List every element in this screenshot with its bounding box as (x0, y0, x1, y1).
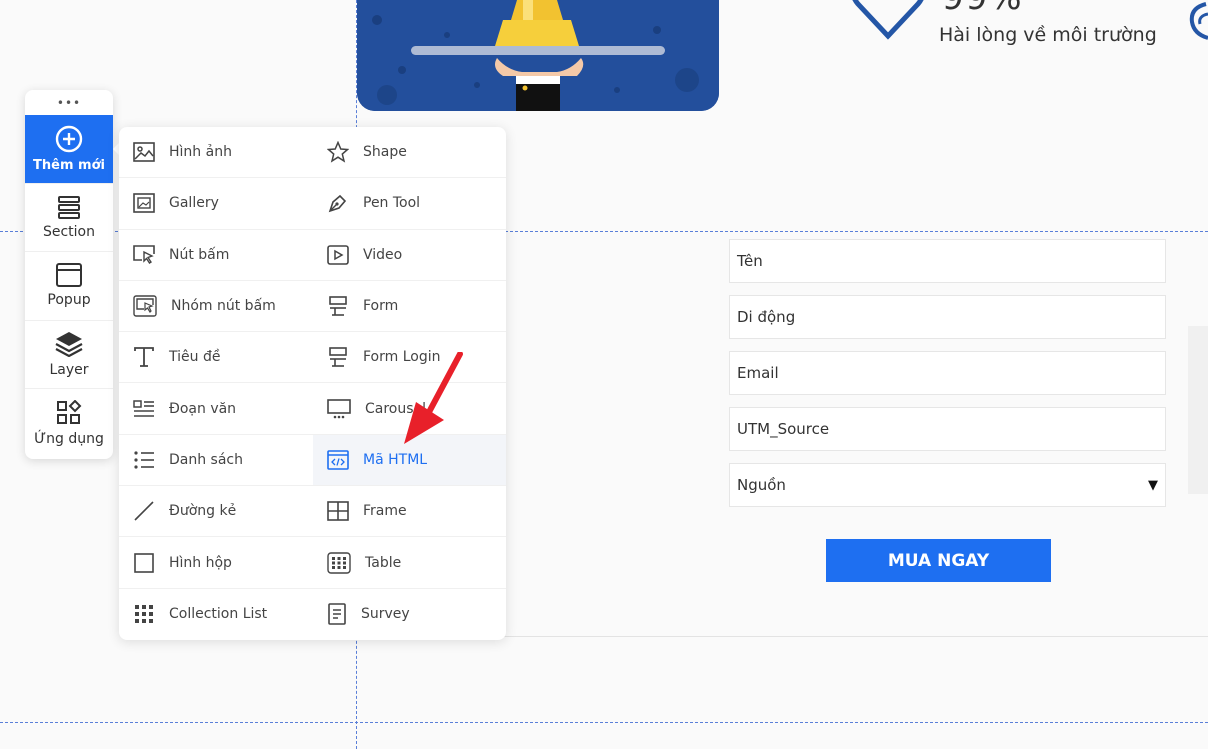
phone-field[interactable]: Di động (729, 295, 1166, 339)
menu-item-button[interactable]: Nút bấm (119, 230, 313, 281)
menu-item-table[interactable]: Table (313, 537, 506, 589)
window-icon (56, 263, 82, 288)
source-select[interactable]: Nguồn ▼ (729, 463, 1166, 507)
survey-icon (328, 603, 346, 626)
side-panel-edge (1188, 326, 1208, 494)
menu-item-pen-tool[interactable]: Pen Tool (313, 178, 506, 230)
buy-now-button[interactable]: MUA NGAY (826, 539, 1051, 582)
paragraph-icon (133, 399, 154, 417)
toolbar-add-new[interactable]: Thêm mới (25, 115, 113, 184)
stat-value: 99% (942, 0, 1024, 18)
toolbar-apps[interactable]: Ứng dụng (25, 389, 113, 458)
menu-item-shape[interactable]: Shape (313, 127, 506, 179)
star-icon (327, 141, 349, 163)
plus-circle-icon (55, 125, 83, 152)
name-field[interactable]: Tên (729, 239, 1166, 283)
form-login-icon (329, 347, 347, 368)
dropdown-arrow-icon: ▼ (1148, 477, 1158, 493)
menu-item-paragraph[interactable]: Đoạn văn (119, 383, 313, 435)
menu-item-frame[interactable]: Frame (313, 486, 506, 538)
annotation-arrow-icon (404, 352, 463, 444)
carousel-icon (327, 398, 351, 418)
toolbar-section[interactable]: Section (25, 184, 113, 252)
menu-item-gallery[interactable]: Gallery (119, 178, 313, 230)
left-toolbar: ••• Thêm mới Section Popup Layer Ứng dụn… (25, 90, 113, 459)
menu-item-collection-list[interactable]: Collection List (119, 589, 313, 640)
menu-item-title[interactable]: Tiêu đề (119, 332, 313, 384)
menu-item-image[interactable]: Hình ảnh (119, 127, 313, 179)
button-group-icon (133, 295, 157, 317)
more-options-icon[interactable]: ••• (25, 90, 113, 115)
stat-label: Hài lòng về môi trường (939, 24, 1157, 46)
gallery-icon (133, 193, 155, 214)
table-icon (327, 551, 351, 574)
grid-dots-icon (135, 605, 153, 624)
title-icon (134, 347, 154, 368)
menu-item-button-group[interactable]: Nhóm nút bấm (119, 281, 313, 333)
code-icon (327, 450, 349, 470)
frame-icon (327, 501, 349, 522)
stack-icon (58, 195, 80, 219)
apps-icon (57, 399, 82, 424)
menu-item-form[interactable]: Form (313, 281, 506, 333)
menu-item-survey[interactable]: Survey (313, 589, 506, 640)
hero-image-trophy-tray[interactable] (357, 0, 719, 111)
list-icon (134, 451, 154, 469)
decorative-icon (1186, 0, 1208, 48)
toolbar-layer[interactable]: Layer (25, 321, 113, 389)
menu-item-box[interactable]: Hình hộp (119, 537, 313, 589)
form-icon (329, 296, 347, 316)
menu-item-line[interactable]: Đường kẻ (119, 486, 313, 538)
menu-item-video[interactable]: Video (313, 230, 506, 281)
email-field[interactable]: Email (729, 351, 1166, 395)
menu-item-list[interactable]: Danh sách (119, 435, 313, 487)
utm-source-field[interactable]: UTM_Source (729, 407, 1166, 451)
toolbar-popup[interactable]: Popup (25, 252, 113, 321)
pen-icon (328, 195, 347, 213)
box-icon (134, 552, 154, 573)
heart-icon (850, 0, 926, 44)
button-cursor-icon (133, 244, 155, 264)
layers-icon (55, 331, 83, 357)
line-icon (134, 501, 154, 521)
video-icon (327, 244, 349, 265)
image-icon (133, 142, 155, 162)
guide-line-horizontal (0, 722, 1208, 723)
